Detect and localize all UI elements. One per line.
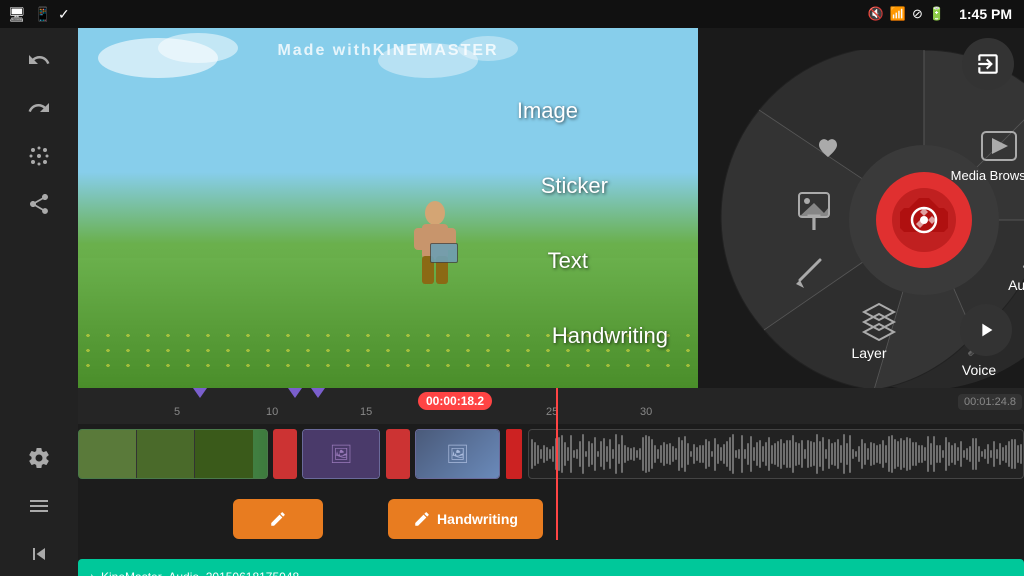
handwriting-clip-label: Handwriting: [437, 511, 518, 527]
svg-text:Voice: Voice: [962, 362, 996, 378]
audio-icon: ♪: [88, 569, 95, 576]
handwriting-track-row: Handwriting: [78, 489, 1024, 544]
status-icons: 🖥 📱 ✓ 🔇 📶 ⊘ 🔋 1:45 PM: [868, 6, 1012, 22]
total-time-display: 00:01:24.8: [958, 394, 1022, 410]
audio-label: KineMaster_Audio_20150618175048: [101, 570, 299, 576]
handwriting-clip-2[interactable]: Handwriting: [388, 499, 543, 539]
marker-2: [288, 388, 302, 398]
person-silhouette: [400, 198, 470, 298]
wifi-icon: 📶: [890, 6, 906, 22]
red-marker-2: [386, 429, 410, 479]
svg-text:T: T: [807, 210, 821, 235]
image-label: Image: [517, 98, 578, 124]
handwriting-label: Handwriting: [552, 323, 668, 349]
time-label-15: 15: [360, 406, 372, 418]
video-clip-1[interactable]: [78, 429, 268, 479]
time-label-10: 10: [266, 406, 278, 418]
marker-1: [193, 388, 207, 398]
current-time-display: 00:00:18.2: [418, 392, 492, 410]
marker-3: [311, 388, 325, 398]
status-time: 1:45 PM: [959, 6, 1012, 22]
svg-text:Audio: Audio: [1008, 277, 1024, 293]
notification-icon-2: 📱: [34, 6, 51, 23]
kinemaster-logo: Made withKINEMASTER: [277, 42, 498, 60]
sticker-label: Sticker: [541, 173, 608, 199]
undo-button[interactable]: [12, 38, 66, 82]
image-clip-1[interactable]: 🖼: [302, 429, 380, 479]
video-clip-2[interactable]: [528, 429, 1024, 479]
share-button[interactable]: [12, 182, 66, 226]
left-sidebar: [0, 28, 78, 576]
audio-track-row: ♪ KineMaster_Audio_20150618175048: [78, 544, 1024, 576]
image-clip-2[interactable]: 🖼: [415, 429, 500, 479]
effects-button[interactable]: [12, 134, 66, 178]
layers-button[interactable]: [12, 484, 66, 528]
status-bar: 🖥 📱 ✓ 🔇 📶 ⊘ 🔋 1:45 PM: [0, 0, 1024, 28]
play-button[interactable]: [960, 304, 1012, 356]
mute-icon: 🔇: [868, 6, 884, 22]
svg-text:Media Browser: Media Browser: [951, 168, 1024, 183]
timeline-area: 5 10 15 25 30 00:00:18.2 00:01:24.8 🖼: [78, 388, 1024, 576]
svg-text:Layer: Layer: [851, 345, 886, 361]
logo-app-name: KINEMASTER: [373, 42, 499, 59]
red-marker-3: [506, 429, 522, 479]
main-track-row: 🖼 🖼: [78, 424, 1024, 489]
exit-button[interactable]: [962, 38, 1014, 90]
block-icon: ⊘: [912, 6, 923, 22]
audio-clip[interactable]: ♪ KineMaster_Audio_20150618175048: [78, 559, 1024, 576]
settings-button[interactable]: [12, 436, 66, 480]
timeline-ruler[interactable]: 5 10 15 25 30 00:00:18.2 00:01:24.8: [78, 388, 1024, 424]
notification-icon-1: 🖥: [8, 6, 26, 23]
handwriting-clip-1[interactable]: [233, 499, 323, 539]
back-to-start-button[interactable]: [12, 532, 66, 576]
video-preview: Made withKINEMASTER Image Sticker Text H…: [78, 28, 698, 388]
playhead[interactable]: [556, 388, 558, 540]
logo-made-with: Made with: [277, 42, 372, 59]
battery-icon: 🔋: [929, 6, 945, 22]
text-label: Text: [548, 248, 588, 274]
red-marker-1: [273, 429, 297, 479]
notification-icon-3: ✓: [58, 6, 70, 23]
time-label-5: 5: [174, 406, 180, 418]
redo-button[interactable]: [12, 86, 66, 130]
time-label-30: 30: [640, 406, 652, 418]
